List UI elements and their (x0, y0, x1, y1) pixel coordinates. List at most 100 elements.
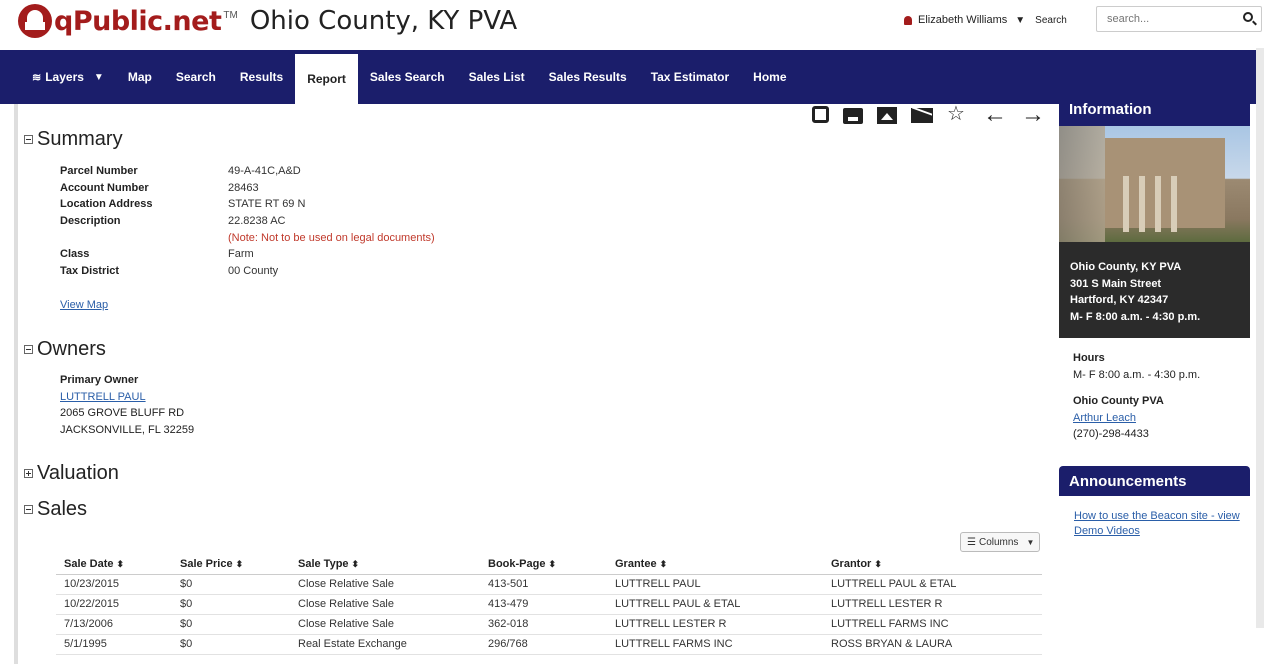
summary-value: Farm (228, 248, 254, 261)
owners-header[interactable]: Owners (24, 338, 106, 361)
col-sale-type[interactable]: Sale Type ⬍ (290, 554, 480, 575)
user-name[interactable]: Elizabeth Williams (918, 14, 1007, 26)
grantor-cell: LUTTRELL LESTER R (823, 594, 1042, 615)
top-header: qPublic.net TM Ohio County, KY PVA Eliza… (0, 0, 1264, 48)
valuation-title: Valuation (37, 462, 119, 484)
summary-value: 28463 (228, 181, 259, 194)
arrow-right-icon[interactable]: → (1021, 103, 1045, 127)
building-shape (1105, 138, 1225, 232)
nav-home[interactable]: Home (753, 50, 786, 104)
col-grantee[interactable]: Grantee ⬍ (607, 554, 823, 575)
announcement-link[interactable]: How to use the Beacon site - view Demo V… (1074, 509, 1252, 539)
user-menu[interactable]: Elizabeth Williams ▼ Search (904, 14, 1079, 26)
col-book-page[interactable]: Book-Page ⬍ (480, 554, 607, 575)
hours-title: Hours (1073, 352, 1105, 364)
sale-type-cell: Close Relative Sale (290, 574, 480, 595)
columns-label: Columns (978, 536, 1019, 548)
logo-trademark: TM (223, 9, 238, 21)
nav-search[interactable]: Search (176, 50, 216, 104)
nav-tax-estimator[interactable]: Tax Estimator (651, 50, 729, 104)
arrow-left-icon[interactable]: ← (983, 103, 1007, 127)
search-input[interactable] (1097, 13, 1227, 25)
report-toolbar: ☆ ← → (812, 103, 1059, 127)
collapse-icon[interactable] (24, 345, 33, 354)
summary-key: Class (60, 248, 90, 261)
pva-name-link[interactable]: Arthur Leach (1073, 412, 1136, 424)
col-sale-price[interactable]: Sale Price ⬍ (172, 554, 290, 575)
scrollbar-track[interactable] (1256, 48, 1264, 628)
nav-report[interactable]: Report (295, 54, 358, 104)
announcements-header: Announcements (1059, 466, 1250, 496)
summary-key: Tax District (60, 264, 120, 277)
summary-row: Account Number 28463 (60, 180, 435, 197)
owner-name-link[interactable]: LUTTRELL PAUL (60, 391, 146, 403)
sort-icon: ⬍ (548, 558, 557, 569)
page-title: Ohio County, KY PVA (249, 6, 518, 36)
summary-row: (Note: Not to be used on legal documents… (60, 229, 435, 246)
summary-row: Parcel Number 49-A-41C,A&D (60, 163, 435, 180)
nav-results[interactable]: Results (240, 50, 283, 104)
nav-sales-search[interactable]: Sales Search (370, 50, 445, 104)
list-icon: ☰ (967, 536, 976, 548)
summary-row: Location Address STATE RT 69 N (60, 196, 435, 213)
valuation-header[interactable]: Valuation (24, 462, 119, 485)
expand-icon[interactable] (24, 469, 33, 478)
sales-header[interactable]: Sales (24, 498, 87, 521)
summary-key: Location Address (60, 198, 153, 211)
sort-icon: ⬍ (116, 558, 125, 569)
book-page-cell: 296/768 (480, 634, 607, 655)
chevron-down-icon: ▼ (1026, 537, 1035, 547)
image-icon[interactable] (877, 107, 897, 124)
col-grantor[interactable]: Grantor ⬍ (823, 554, 1042, 575)
collapse-icon[interactable] (24, 505, 33, 514)
grantee-cell: LUTTRELL FARMS INC (607, 634, 823, 655)
search-icon[interactable] (1243, 12, 1253, 22)
share-icon[interactable] (812, 106, 829, 123)
site-logo[interactable]: qPublic.net TM Ohio County, KY PVA (18, 4, 517, 38)
columns-button[interactable]: ☰ Columns ▼ (960, 532, 1040, 552)
summary-value: STATE RT 69 N (228, 198, 306, 211)
office-info: Ohio County, KY PVA 301 S Main Street Ha… (1059, 242, 1250, 338)
pva-phone: (270)-298-4433 (1073, 428, 1149, 440)
summary-value: 49-A-41C,A&D (228, 165, 301, 178)
nav-sales-results[interactable]: Sales Results (549, 50, 627, 104)
office-name: Ohio County, KY PVA (1070, 261, 1182, 273)
view-map-link[interactable]: View Map (60, 299, 108, 311)
sale-date-cell: 7/13/2006 (56, 614, 172, 635)
layers-icon: ≋ (32, 71, 42, 84)
search-box (1096, 6, 1262, 32)
capitol-logo-icon (18, 4, 52, 38)
print-icon[interactable] (843, 108, 863, 124)
table-row: 5/1/1995 $0 Real Estate Exchange 296/768… (56, 634, 1042, 655)
book-page-cell: 413-479 (480, 594, 607, 615)
primary-owner-label: Primary Owner (60, 374, 139, 386)
summary-header[interactable]: Summary (24, 128, 123, 151)
grantor-cell: ROSS BRYAN & LAURA (823, 634, 1042, 655)
sort-icon: ⬍ (235, 558, 244, 569)
nav-sales-list[interactable]: Sales List (469, 50, 525, 104)
star-icon[interactable]: ☆ (947, 104, 969, 124)
sale-type-cell: Close Relative Sale (290, 594, 480, 615)
email-icon[interactable] (911, 108, 933, 123)
grantee-cell: LUTTRELL PAUL & ETAL (607, 594, 823, 615)
collapse-icon[interactable] (24, 135, 33, 144)
content-left-border (14, 104, 18, 664)
office-hours-line: M- F 8:00 a.m. - 4:30 p.m. (1070, 310, 1201, 323)
tree-shape (1059, 126, 1105, 242)
summary-value: 22.8238 AC (228, 215, 286, 228)
col-sale-date[interactable]: Sale Date ⬍ (56, 554, 172, 575)
nav-map[interactable]: Map (128, 50, 152, 104)
nav-layers[interactable]: ≋ Layers ▼ (32, 50, 104, 104)
user-icon (904, 15, 912, 25)
sale-price-cell: $0 (172, 574, 290, 595)
office-city: Hartford, KY 42347 (1070, 294, 1169, 306)
search-label: Search (1035, 14, 1067, 26)
book-page-cell: 362-018 (480, 614, 607, 635)
sort-icon: ⬍ (659, 558, 668, 569)
main-nav: ≋ Layers ▼ Map Search Results Report Sal… (0, 50, 1256, 104)
chevron-down-icon[interactable]: ▼ (1015, 15, 1025, 26)
summary-key: Account Number (60, 181, 149, 194)
grantee-cell: LUTTRELL LESTER R (607, 614, 823, 635)
courthouse-photo (1059, 126, 1250, 242)
nav-layers-label: Layers (45, 70, 84, 84)
